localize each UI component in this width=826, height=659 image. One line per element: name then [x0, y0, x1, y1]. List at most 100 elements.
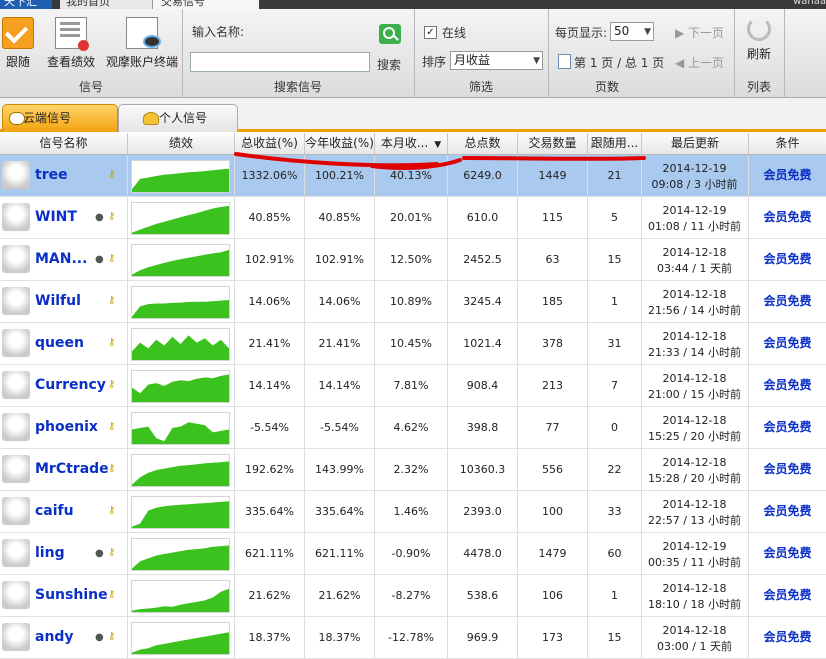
sparkline-svg — [132, 501, 229, 528]
performance-cell — [128, 365, 235, 406]
signal-name-cell[interactable]: andy ● ⚷ — [0, 617, 128, 658]
condition-link[interactable]: 会员免费 — [749, 155, 826, 196]
table-row[interactable]: ling ● ⚷ 621.11% 621.11% -0.90% 4478.0 1479 60 20… — [0, 533, 826, 575]
signal-name-cell[interactable]: Wilful ⚷ — [0, 281, 128, 322]
col-year-return[interactable]: 今年收益(%) — [305, 133, 375, 154]
app-tab-home-brand[interactable]: 天下汇 — [0, 0, 52, 9]
chevron-down-icon: ▼ — [644, 27, 651, 37]
updated-date: 2014-12-19 — [662, 162, 727, 175]
col-trade-count[interactable]: 交易数量 — [518, 133, 588, 154]
cell-points: 538.6 — [448, 575, 518, 616]
signal-name-cell[interactable]: tree ⚷ — [0, 155, 128, 196]
signal-name-cell[interactable]: MrCtrade ⚷ — [0, 449, 128, 490]
table-row[interactable]: tree ⚷ 1332.06% 100.21% 40.13% 6249.0 1449 21 20… — [0, 155, 826, 197]
condition-link[interactable]: 会员免费 — [749, 197, 826, 238]
signal-name[interactable]: Wilful — [35, 281, 81, 322]
col-total-points[interactable]: 总点数 — [448, 133, 518, 154]
performance-sparkline — [131, 328, 230, 361]
view-performance-button[interactable]: 查看绩效 — [44, 17, 98, 70]
table-row[interactable]: Wilful ⚷ 14.06% 14.06% 10.89% 3245.4 185 1 2014-… — [0, 281, 826, 323]
condition-link[interactable]: 会员免费 — [749, 575, 826, 616]
performance-cell — [128, 533, 235, 574]
signal-name[interactable]: phoenix — [35, 407, 98, 448]
table-row[interactable]: caifu ⚷ 335.64% 335.64% 1.46% 2393.0 100 33 2014… — [0, 491, 826, 533]
follow-button[interactable]: 跟随 — [2, 17, 34, 70]
chevron-down-icon: ▼ — [533, 56, 540, 66]
condition-link[interactable]: 会员免费 — [749, 365, 826, 406]
eye-icon[interactable]: ● — [95, 254, 104, 265]
signal-name[interactable]: Sunshine — [35, 575, 108, 616]
cell-points: 908.4 — [448, 365, 518, 406]
sort-select[interactable]: 月收益 ▼ — [450, 51, 543, 70]
signal-name-cell[interactable]: WINT ● ⚷ — [0, 197, 128, 238]
app-tab-my-home[interactable]: 我的首页 — [60, 0, 156, 9]
signal-name-cell[interactable]: phoenix ⚷ — [0, 407, 128, 448]
table-row[interactable]: MAN... ● ⚷ 102.91% 102.91% 12.50% 2452.5 63 15 20… — [0, 239, 826, 281]
col-last-updated[interactable]: 最后更新 — [642, 133, 749, 154]
sparkline-svg — [132, 588, 229, 612]
col-followers[interactable]: 跟随用... — [588, 133, 642, 154]
table-row[interactable]: WINT ● ⚷ 40.85% 40.85% 20.01% 610.0 115 5 2014-12… — [0, 197, 826, 239]
app-tab-trade-signals[interactable]: 交易信号 — [152, 0, 259, 9]
signal-name-cell[interactable]: ling ● ⚷ — [0, 533, 128, 574]
condition-link[interactable]: 会员免费 — [749, 281, 826, 322]
binoculars-icon — [126, 17, 161, 49]
table-row[interactable]: Sunshine ⚷ 21.62% 21.62% -8.27% 538.6 106 1 2014… — [0, 575, 826, 617]
signal-name[interactable]: WINT — [35, 197, 77, 238]
condition-link[interactable]: 会员免费 — [749, 491, 826, 532]
search-button[interactable]: 搜索 — [377, 56, 401, 73]
condition-link[interactable]: 会员免费 — [749, 239, 826, 280]
eye-icon[interactable]: ● — [95, 212, 104, 223]
signal-name-cell[interactable]: Currency ⚷ — [0, 365, 128, 406]
sparkline-area — [132, 422, 229, 444]
condition-link[interactable]: 会员免费 — [749, 449, 826, 490]
eye-icon[interactable]: ● — [95, 632, 104, 643]
signal-name-input[interactable] — [190, 52, 370, 72]
signal-name[interactable]: MAN... — [35, 239, 87, 280]
signal-name[interactable]: caifu — [35, 491, 74, 532]
eye-icon[interactable]: ● — [95, 548, 104, 559]
signal-name[interactable]: andy — [35, 617, 74, 658]
table-row[interactable]: queen ⚷ 21.41% 21.41% 10.45% 1021.4 378 31 2014-… — [0, 323, 826, 365]
table-row[interactable]: phoenix ⚷ -5.54% -5.54% 4.62% 398.8 77 0 2014-12… — [0, 407, 826, 449]
sparkline-svg — [132, 374, 229, 402]
col-signal-name[interactable]: 信号名称 — [0, 133, 128, 154]
watch-terminal-button[interactable]: 观摩账户终端 — [104, 17, 180, 70]
sparkline-svg — [132, 249, 229, 276]
condition-link[interactable]: 会员免费 — [749, 407, 826, 448]
cell-followers: 33 — [588, 491, 642, 532]
key-icon: ⚷ — [108, 421, 116, 432]
cell-trades: 77 — [518, 407, 588, 448]
condition-link[interactable]: 会员免费 — [749, 533, 826, 574]
signal-name[interactable]: tree — [35, 155, 68, 196]
refresh-button[interactable]: 刷新 — [734, 17, 784, 62]
tab-cloud-signals[interactable]: 云端信号 — [2, 104, 118, 132]
signal-name-cell[interactable]: queen ⚷ — [0, 323, 128, 364]
per-page-value: 50 — [614, 24, 630, 38]
online-checkbox[interactable]: ✓ — [424, 26, 437, 39]
col-total-return[interactable]: 总收益(%) — [235, 133, 305, 154]
signal-name-cell[interactable]: Sunshine ⚷ — [0, 575, 128, 616]
col-conditions[interactable]: 条件 — [749, 133, 826, 154]
col-performance[interactable]: 绩效 — [128, 133, 235, 154]
condition-link[interactable]: 会员免费 — [749, 617, 826, 658]
table-row[interactable]: andy ● ⚷ 18.37% 18.37% -12.78% 969.9 173 15 2014-… — [0, 617, 826, 659]
cell-month: -0.90% — [375, 533, 448, 574]
signal-name-cell[interactable]: MAN... ● ⚷ — [0, 239, 128, 280]
signal-name[interactable]: MrCtrade — [35, 449, 109, 490]
condition-link[interactable]: 会员免费 — [749, 323, 826, 364]
prev-page-button[interactable]: ◀ 上一页 — [675, 54, 724, 71]
next-page-button[interactable]: ▶ 下一页 — [675, 24, 724, 41]
col-month-return[interactable]: 本月收... ▼ — [375, 133, 448, 154]
cell-trades: 106 — [518, 575, 588, 616]
table-row[interactable]: Currency ⚷ 14.14% 14.14% 7.81% 908.4 213 7 2014-… — [0, 365, 826, 407]
performance-cell — [128, 281, 235, 322]
search-icon[interactable] — [379, 24, 401, 44]
per-page-select[interactable]: 50 ▼ — [610, 22, 654, 41]
signal-name[interactable]: queen — [35, 323, 84, 364]
signal-name[interactable]: ling — [35, 533, 65, 574]
signal-name[interactable]: Currency — [35, 365, 106, 406]
table-row[interactable]: MrCtrade ⚷ 192.62% 143.99% 2.32% 10360.3 556 22… — [0, 449, 826, 491]
tab-personal-signals[interactable]: 个人信号 — [118, 104, 238, 132]
signal-name-cell[interactable]: caifu ⚷ — [0, 491, 128, 532]
